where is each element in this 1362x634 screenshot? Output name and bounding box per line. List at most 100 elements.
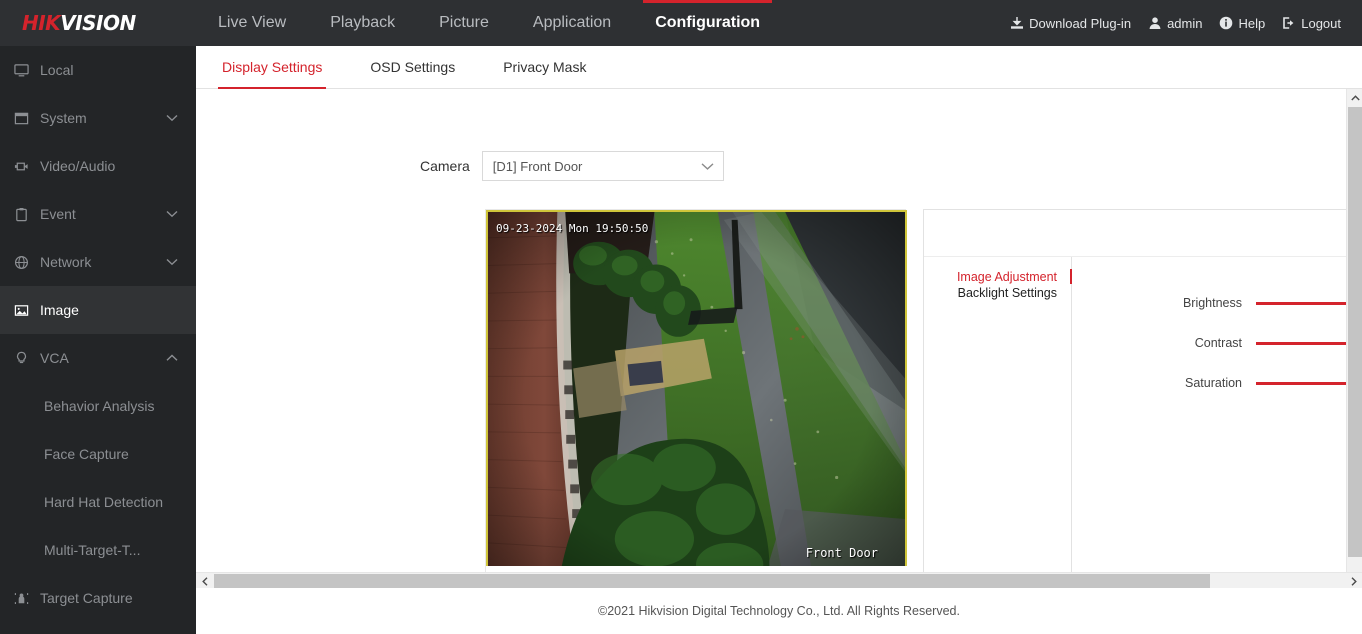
logout-label: Logout	[1301, 16, 1341, 31]
sidebar-label: Target Capture	[40, 590, 196, 606]
topnav-configuration[interactable]: Configuration	[633, 0, 782, 46]
slider-fill	[1256, 302, 1346, 305]
tab-display-settings[interactable]: Display Settings	[198, 46, 346, 88]
horizontal-scrollbar[interactable]	[196, 572, 1362, 588]
tab-bar: Display Settings OSD Settings Privacy Ma…	[196, 46, 1362, 89]
sidebar-item-image[interactable]: Image	[0, 286, 196, 334]
video-frame-image	[488, 212, 905, 590]
scroll-up-button[interactable]	[1347, 89, 1362, 106]
tab-privacy-mask[interactable]: Privacy Mask	[479, 46, 610, 88]
osd-timestamp: 09-23-2024 Mon 19:50:50	[496, 222, 648, 235]
settings-nav-label: Backlight Settings	[958, 286, 1057, 300]
image-settings-panel: Image Adjustment Backlight Settings Brig…	[923, 209, 1346, 595]
chevron-down-icon	[166, 256, 178, 268]
camera-selector-row: Camera [D1] Front Door	[420, 151, 724, 181]
field-saturation: Saturation	[1072, 363, 1346, 403]
chevron-down-icon	[166, 208, 178, 220]
clipboard-icon	[14, 207, 40, 222]
bulb-icon	[14, 351, 40, 366]
field-brightness: Brightness	[1072, 283, 1346, 323]
tab-label: Display Settings	[222, 59, 322, 75]
contrast-slider[interactable]	[1256, 335, 1346, 351]
person-icon	[14, 591, 40, 606]
logo-text-hik: HIK	[22, 11, 60, 35]
horizontal-scroll-thumb[interactable]	[214, 574, 1210, 588]
tab-label: Privacy Mask	[503, 59, 586, 75]
topnav-picture[interactable]: Picture	[417, 0, 511, 46]
sidebar-item-behavior-analysis[interactable]: Behavior Analysis	[0, 382, 196, 430]
footer: ©2021 Hikvision Digital Technology Co., …	[196, 588, 1362, 634]
sidebar-item-face-capture[interactable]: Face Capture	[0, 430, 196, 478]
sidebar-item-hard-hat-detection[interactable]: Hard Hat Detection	[0, 478, 196, 526]
info-icon	[1219, 16, 1233, 30]
user-menu-button[interactable]: admin	[1141, 16, 1209, 31]
user-name-label: admin	[1167, 16, 1202, 31]
monitor-icon	[14, 63, 40, 78]
sidebar-item-local[interactable]: Local	[0, 46, 196, 94]
sidebar-item-network[interactable]: Network	[0, 238, 196, 286]
logo-text-vision: VISION	[60, 11, 136, 35]
sidebar-item-video-audio[interactable]: Video/Audio	[0, 142, 196, 190]
settings-section-nav: Image Adjustment Backlight Settings	[924, 257, 1072, 594]
video-preview-container: 09-23-2024 Mon 19:50:50 Front Door	[485, 209, 906, 595]
scroll-left-button[interactable]	[196, 573, 213, 589]
field-contrast: Contrast	[1072, 323, 1346, 363]
sidebar-label: Video/Audio	[40, 158, 196, 174]
globe-icon	[14, 255, 40, 270]
sidebar-label: Image	[40, 302, 196, 318]
vertical-scroll-thumb[interactable]	[1348, 107, 1362, 557]
top-bar: HIKVISION Live View Playback Picture App…	[0, 0, 1362, 46]
topnav-application[interactable]: Application	[511, 0, 633, 46]
topnav-label: Live View	[218, 14, 286, 32]
sidebar-item-event[interactable]: Event	[0, 190, 196, 238]
top-right-actions: Download Plug-in admin Help Logout	[1003, 16, 1362, 31]
settings-fields: Brightness Contrast	[1072, 257, 1346, 594]
sidebar-label: Local	[40, 62, 196, 78]
topnav-playback[interactable]: Playback	[308, 0, 417, 46]
topnav-live-view[interactable]: Live View	[196, 0, 308, 46]
download-plugin-button[interactable]: Download Plug-in	[1003, 16, 1138, 31]
sidebar-label: Network	[40, 254, 166, 270]
video-icon	[14, 159, 40, 174]
sidebar-item-vca[interactable]: VCA	[0, 334, 196, 382]
topnav-label: Application	[533, 14, 611, 32]
sidebar-label: Face Capture	[44, 446, 129, 462]
camera-select-value: [D1] Front Door	[493, 159, 583, 174]
hikvision-logo[interactable]: HIKVISION	[0, 11, 196, 35]
download-plugin-label: Download Plug-in	[1029, 16, 1131, 31]
field-label: Saturation	[1072, 376, 1256, 390]
video-preview[interactable]: 09-23-2024 Mon 19:50:50 Front Door	[486, 210, 907, 592]
download-icon	[1010, 16, 1024, 30]
scroll-right-button[interactable]	[1345, 573, 1362, 589]
settings-nav-image-adjustment[interactable]: Image Adjustment	[924, 269, 1071, 285]
sidebar-item-system[interactable]: System	[0, 94, 196, 142]
saturation-slider[interactable]	[1256, 375, 1346, 391]
sidebar-item-multi-target-tracking[interactable]: Multi-Target-T...	[0, 526, 196, 574]
top-navigation: Live View Playback Picture Application C…	[196, 0, 782, 46]
chevron-down-icon	[166, 112, 178, 124]
logout-icon	[1282, 16, 1296, 30]
camera-select[interactable]: [D1] Front Door	[482, 151, 724, 181]
settings-panel-header	[924, 210, 1346, 257]
topnav-label: Picture	[439, 14, 489, 32]
settings-scroll-area: Camera [D1] Front Door	[196, 89, 1346, 607]
topnav-label: Playback	[330, 14, 395, 32]
tab-osd-settings[interactable]: OSD Settings	[346, 46, 479, 88]
settings-nav-label: Image Adjustment	[957, 270, 1057, 284]
field-label: Contrast	[1072, 336, 1256, 350]
osd-camera-name: Front Door	[806, 546, 878, 560]
slider-fill	[1256, 342, 1346, 345]
settings-nav-backlight-settings[interactable]: Backlight Settings	[924, 285, 1071, 301]
field-label: Brightness	[1072, 296, 1256, 310]
sidebar-item-target-capture[interactable]: Target Capture	[0, 574, 196, 622]
brightness-slider[interactable]	[1256, 295, 1346, 311]
content-area: Display Settings OSD Settings Privacy Ma…	[196, 46, 1362, 634]
chevron-down-icon	[701, 159, 714, 174]
sidebar: Local System Video/Audio Event Network	[0, 46, 196, 634]
topnav-label: Configuration	[655, 14, 760, 32]
logout-button[interactable]: Logout	[1275, 16, 1348, 31]
sidebar-label: VCA	[40, 350, 166, 366]
help-button[interactable]: Help	[1212, 16, 1272, 31]
vertical-scrollbar[interactable]	[1346, 89, 1362, 607]
window-icon	[14, 111, 40, 126]
